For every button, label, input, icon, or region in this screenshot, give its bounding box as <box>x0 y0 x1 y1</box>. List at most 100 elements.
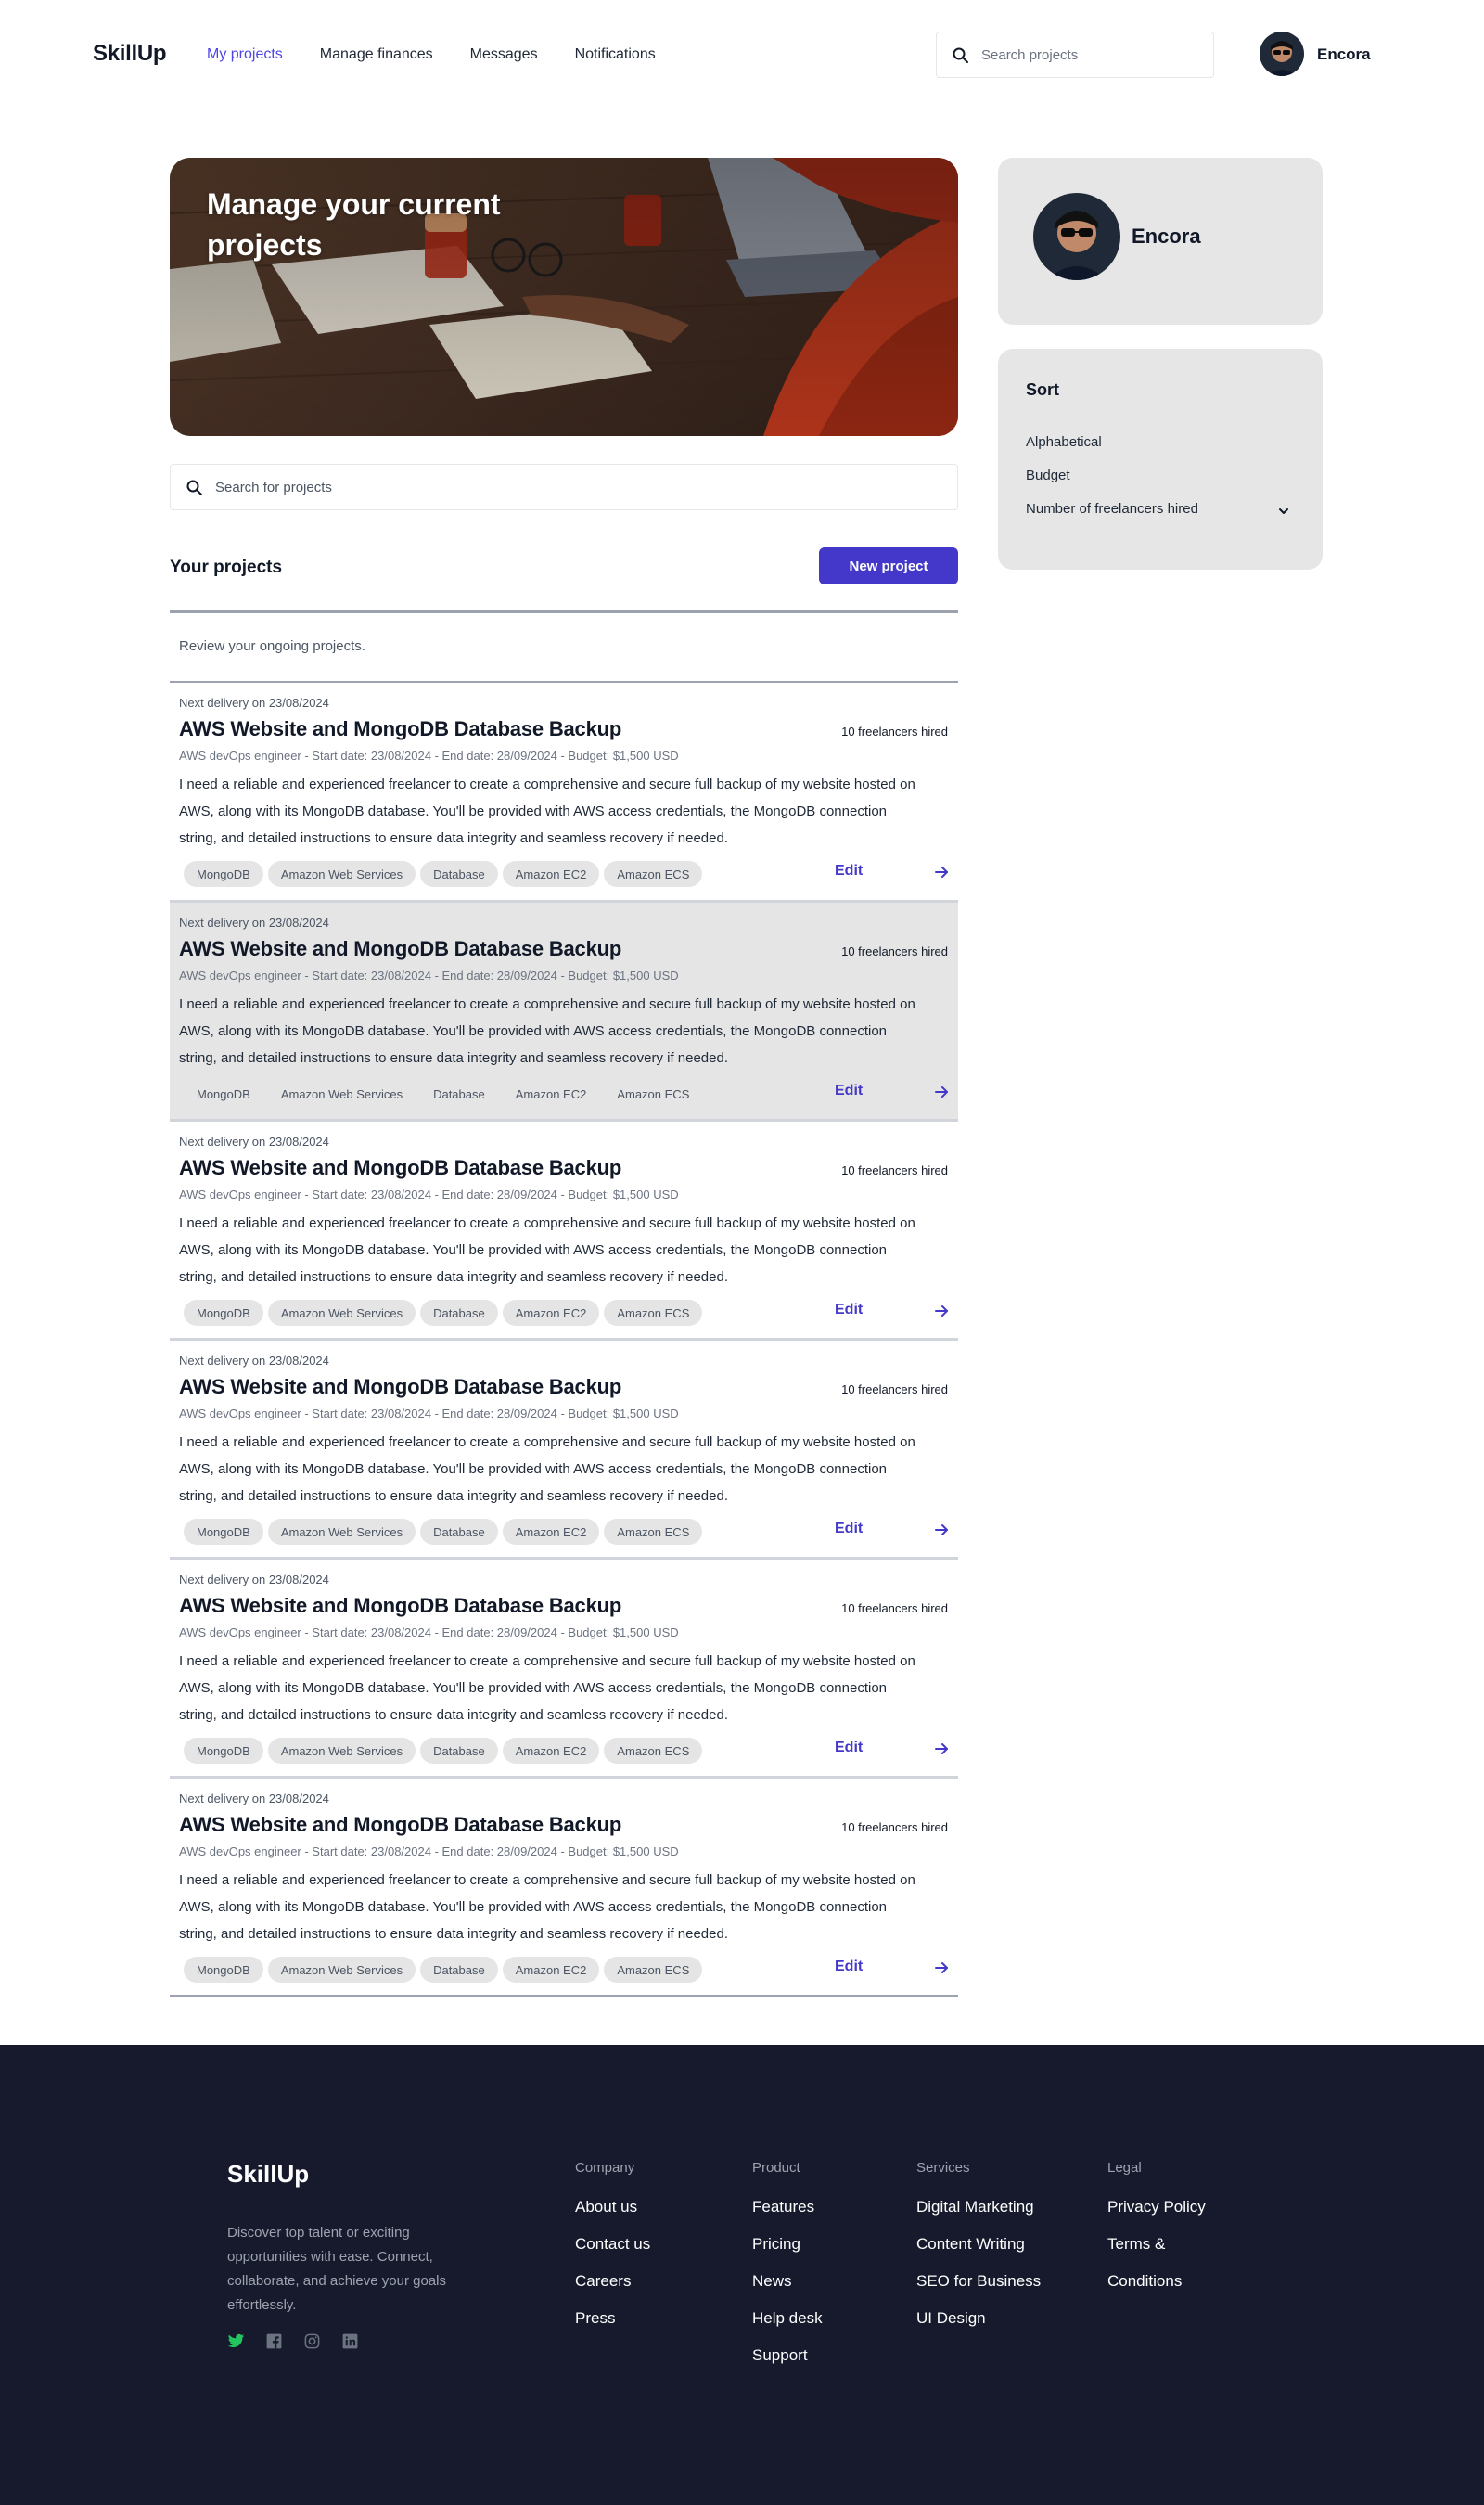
tag: Amazon EC2 <box>502 1300 600 1326</box>
project-card[interactable]: Next delivery on 23/08/2024 AWS Website … <box>170 1338 958 1557</box>
sort-option-alphabetical[interactable]: Alphabetical <box>1026 434 1102 450</box>
twitter-icon[interactable] <box>227 2332 245 2350</box>
chevron-down-icon[interactable] <box>1277 505 1290 518</box>
footer-link[interactable]: Content Writing <box>916 2235 1041 2272</box>
tag: Amazon EC2 <box>515 1086 587 1101</box>
project-description: I need a reliable and experienced freela… <box>179 1434 915 1504</box>
footer-column-heading: Services <box>916 2160 970 2176</box>
sort-option-budget[interactable]: Budget <box>1026 468 1070 483</box>
search-icon <box>953 47 968 63</box>
new-project-button[interactable]: New project <box>819 547 958 584</box>
delivery-date: Next delivery on 23/08/2024 <box>179 1354 329 1368</box>
edit-link[interactable]: Edit <box>835 1083 863 1099</box>
freelancers-hired: 10 freelancers hired <box>841 1382 948 1396</box>
project-title[interactable]: AWS Website and MongoDB Database Backup <box>179 1594 621 1618</box>
project-card[interactable]: Next delivery on 23/08/2024 AWS Website … <box>170 900 958 1119</box>
tag: Amazon ECS <box>604 861 703 887</box>
footer-link[interactable]: Pricing <box>752 2235 823 2272</box>
arrow-right-icon[interactable] <box>933 1084 950 1100</box>
footer-column-heading: Legal <box>1107 2160 1142 2176</box>
footer-link[interactable]: Features <box>752 2198 823 2235</box>
tag: Amazon EC2 <box>502 1738 600 1764</box>
project-card[interactable]: Next delivery on 23/08/2024 AWS Website … <box>170 1119 958 1338</box>
edit-link[interactable]: Edit <box>835 863 863 880</box>
nav-link-my-projects[interactable]: My projects <box>207 46 283 63</box>
arrow-right-icon[interactable] <box>933 864 950 880</box>
sort-panel: Sort Alphabetical Budget Number of freel… <box>998 349 1323 570</box>
footer-link[interactable]: Conditions <box>1107 2272 1206 2309</box>
nav-search-input[interactable] <box>981 46 1204 63</box>
tag: Database <box>420 1957 498 1983</box>
footer-link[interactable]: Careers <box>575 2272 650 2309</box>
footer-column-product: Product Features Pricing News Help desk … <box>752 2160 823 2383</box>
divider <box>170 610 958 613</box>
footer-link[interactable]: Digital Marketing <box>916 2198 1041 2235</box>
divider <box>170 1995 958 1997</box>
footer-link[interactable]: Terms & <box>1107 2235 1206 2272</box>
delivery-date: Next delivery on 23/08/2024 <box>179 916 329 930</box>
tag-list: MongoDB Amazon Web Services Database Ama… <box>184 1081 702 1107</box>
arrow-right-icon[interactable] <box>933 1522 950 1538</box>
footer-link[interactable]: Press <box>575 2309 650 2346</box>
footer-link[interactable]: Contact us <box>575 2235 650 2272</box>
sort-option-freelancers-hired[interactable]: Number of freelancers hired <box>1026 501 1198 517</box>
project-title[interactable]: AWS Website and MongoDB Database Backup <box>179 937 621 961</box>
edit-link[interactable]: Edit <box>835 1302 863 1318</box>
project-search-box[interactable] <box>170 464 958 510</box>
tag: MongoDB <box>184 1519 263 1545</box>
edit-link[interactable]: Edit <box>835 1740 863 1756</box>
tag-list: MongoDB Amazon Web Services Database Ama… <box>184 861 703 887</box>
footer: SkillUp Discover top talent or exciting … <box>0 2045 1484 2505</box>
project-title[interactable]: AWS Website and MongoDB Database Backup <box>179 1813 621 1837</box>
footer-link[interactable]: Support <box>752 2346 823 2383</box>
facebook-icon[interactable] <box>265 2332 283 2350</box>
tag: Amazon ECS <box>604 1738 703 1764</box>
profile-card: Encora <box>998 158 1323 325</box>
sort-title: Sort <box>1026 380 1059 399</box>
footer-logo[interactable]: SkillUp <box>227 2160 309 2189</box>
freelancers-hired: 10 freelancers hired <box>841 1601 948 1615</box>
nav-search-box[interactable] <box>936 32 1214 78</box>
nav-link-manage-finances[interactable]: Manage finances <box>320 46 433 63</box>
project-meta: AWS devOps engineer - Start date: 23/08/… <box>179 1625 679 1639</box>
hero-banner: Manage your current projects <box>170 158 958 436</box>
project-description: I need a reliable and experienced freela… <box>179 1653 915 1723</box>
project-card[interactable]: Next delivery on 23/08/2024 AWS Website … <box>170 1557 958 1776</box>
footer-link[interactable]: News <box>752 2272 823 2309</box>
nav-link-notifications[interactable]: Notifications <box>575 46 656 63</box>
tag-list: MongoDB Amazon Web Services Database Ama… <box>184 1957 703 1983</box>
linkedin-icon[interactable] <box>341 2332 359 2350</box>
footer-link[interactable]: About us <box>575 2198 650 2235</box>
footer-link[interactable]: Privacy Policy <box>1107 2198 1206 2235</box>
delivery-date: Next delivery on 23/08/2024 <box>179 1573 329 1586</box>
tag: Database <box>420 861 498 887</box>
edit-link[interactable]: Edit <box>835 1959 863 1975</box>
arrow-right-icon[interactable] <box>933 1741 950 1757</box>
instagram-icon[interactable] <box>303 2332 321 2350</box>
project-card[interactable]: Next delivery on 23/08/2024 AWS Website … <box>170 1776 958 1995</box>
nav-username[interactable]: Encora <box>1317 45 1371 64</box>
footer-column-legal: Legal Privacy Policy Terms & Conditions <box>1107 2160 1206 2309</box>
arrow-right-icon[interactable] <box>933 1959 950 1976</box>
logo[interactable]: SkillUp <box>93 41 167 67</box>
project-list: Next delivery on 23/08/2024 AWS Website … <box>170 681 958 1997</box>
footer-link[interactable]: UI Design <box>916 2309 1041 2346</box>
tag: MongoDB <box>184 861 263 887</box>
project-title[interactable]: AWS Website and MongoDB Database Backup <box>179 1156 621 1180</box>
project-card[interactable]: Next delivery on 23/08/2024 AWS Website … <box>170 681 958 900</box>
projects-subtitle: Review your ongoing projects. <box>179 638 365 654</box>
footer-link[interactable]: SEO for Business <box>916 2272 1041 2309</box>
project-meta: AWS devOps engineer - Start date: 23/08/… <box>179 1844 679 1858</box>
footer-link[interactable]: Help desk <box>752 2309 823 2346</box>
project-search-input[interactable] <box>215 479 920 495</box>
avatar[interactable] <box>1260 32 1304 76</box>
nav-link-messages[interactable]: Messages <box>470 46 538 63</box>
project-title[interactable]: AWS Website and MongoDB Database Backup <box>179 1375 621 1399</box>
project-title[interactable]: AWS Website and MongoDB Database Backup <box>179 717 621 741</box>
arrow-right-icon[interactable] <box>933 1303 950 1319</box>
tag: Amazon ECS <box>604 1300 703 1326</box>
tag: Amazon Web Services <box>267 861 416 887</box>
edit-link[interactable]: Edit <box>835 1521 863 1537</box>
avatar[interactable] <box>1033 193 1120 280</box>
tag: Database <box>433 1086 485 1101</box>
